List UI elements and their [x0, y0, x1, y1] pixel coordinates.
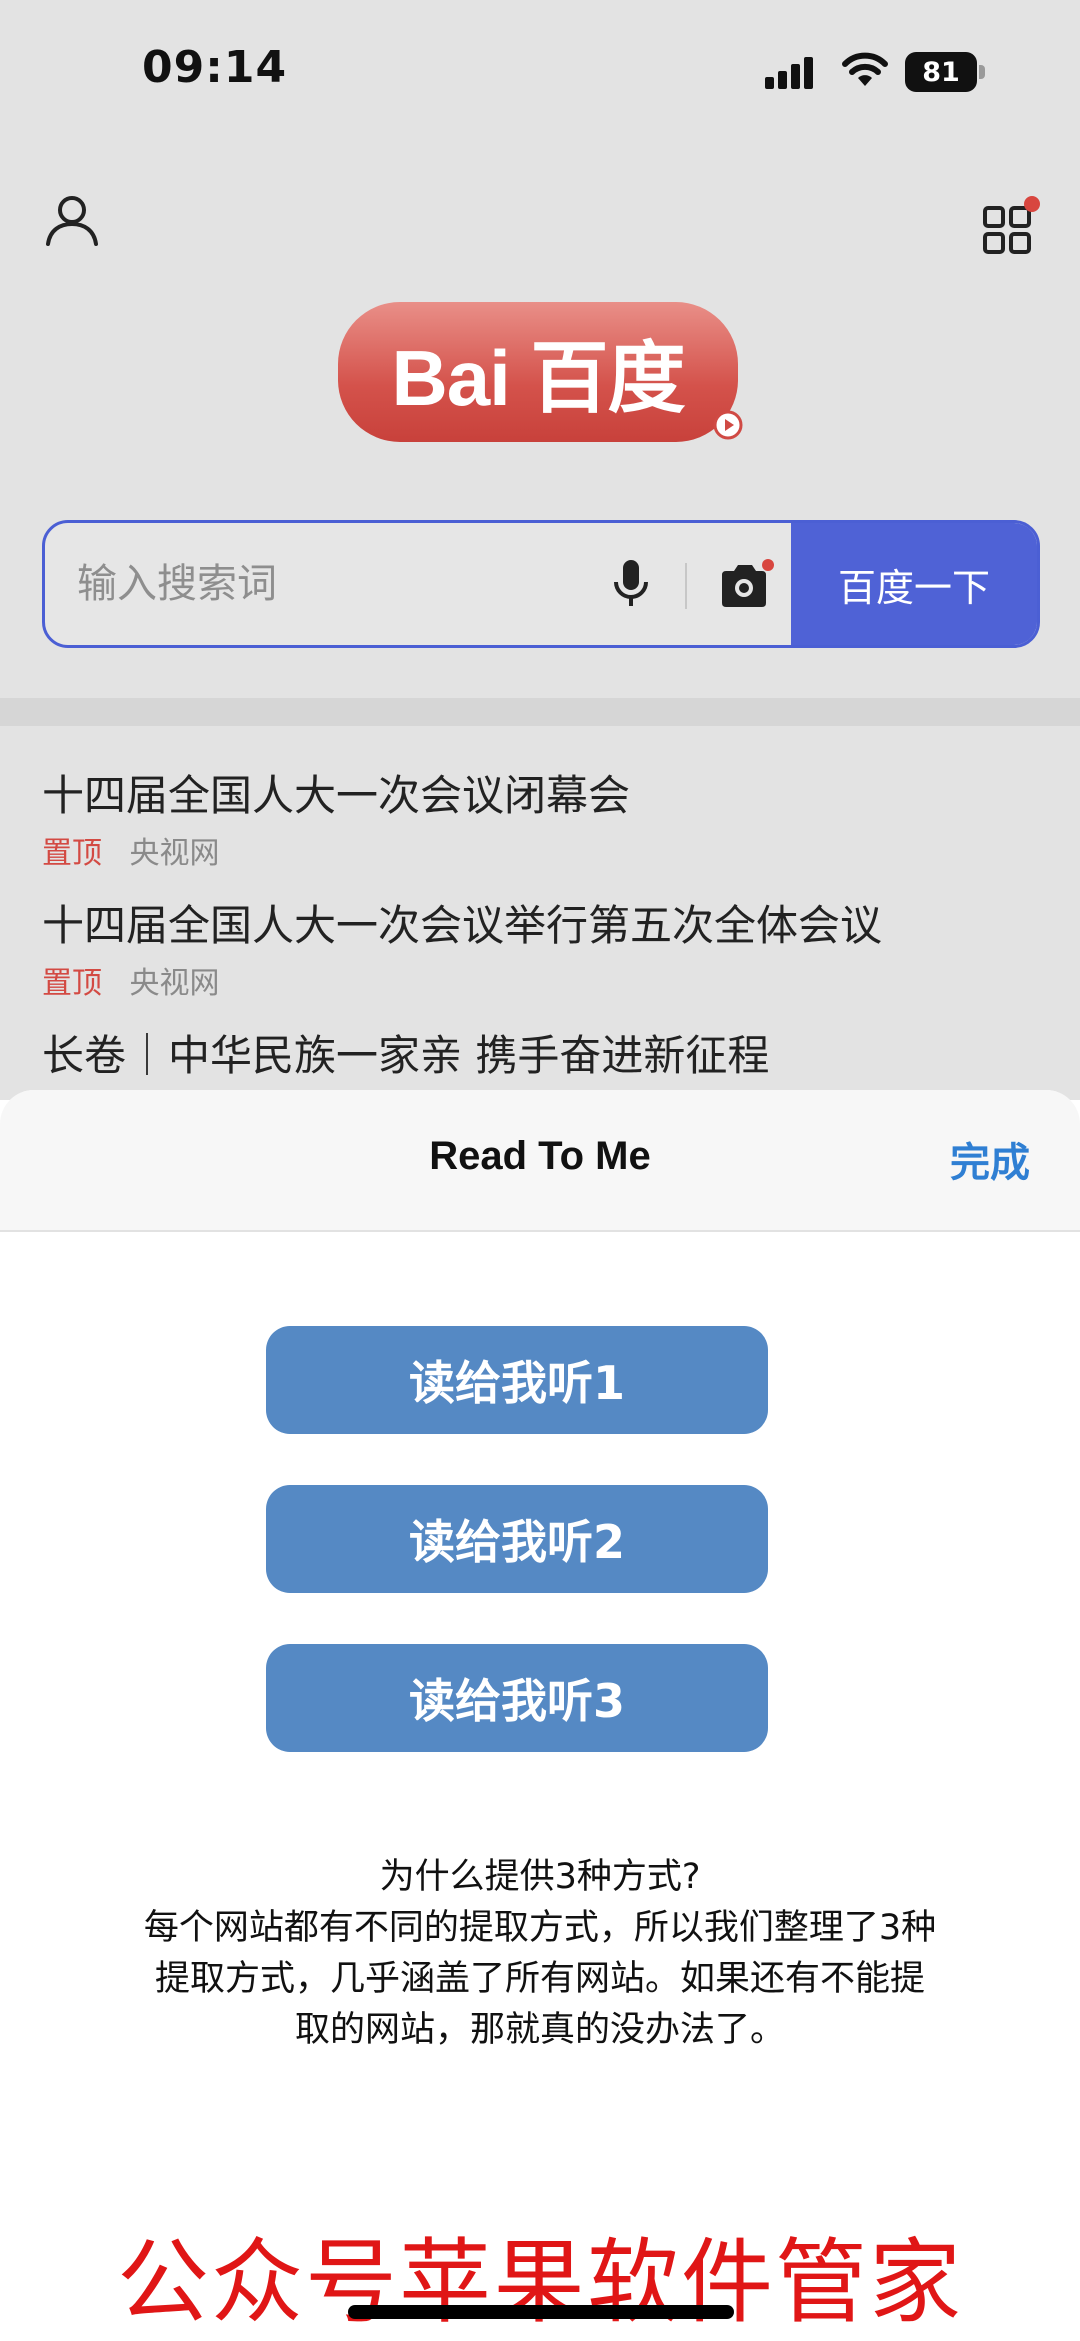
news-source: 央视网 [129, 966, 220, 1001]
baidu-logo-text: Bai 百度 [391, 334, 685, 422]
news-item-title[interactable]: 十四届全国人大一次会议举行第五次全体会议 [42, 892, 882, 953]
news-item-meta: 置顶 央视网 [42, 828, 220, 872]
baidu-logo: Bai 百度 [338, 302, 738, 442]
pinned-tag: 置顶 [42, 966, 102, 1001]
battery-level: 81 [905, 52, 977, 92]
search-input[interactable] [75, 523, 595, 645]
play-icon [713, 410, 743, 440]
read-to-me-button-3[interactable]: 读给我听3 [266, 1644, 768, 1752]
section-divider [0, 698, 1080, 726]
read-to-me-button-1[interactable]: 读给我听1 [266, 1326, 768, 1434]
info-text: 为什么提供3种方式? 每个网站都有不同的提取方式，所以我们整理了3种 提取方式，… [40, 1852, 1040, 2056]
news-item-title[interactable]: 长卷｜中华民族一家亲 携手奋进新征程 [42, 1022, 769, 1083]
info-line: 提取方式，几乎涵盖了所有网站。如果还有不能提 [154, 1959, 925, 1999]
watermark: 公众号苹果软件管家 [116, 2229, 963, 2336]
status-time: 09:14 [142, 42, 288, 93]
apps-grid-icon[interactable] [982, 196, 1042, 256]
news-item-title[interactable]: 十四届全国人大一次会议闭幕会 [42, 762, 630, 823]
wifi-icon [842, 52, 888, 86]
info-line: 取的网站，那就真的没办法了。 [294, 2010, 785, 2050]
search-divider [685, 563, 687, 609]
info-line: 每个网站都有不同的提取方式，所以我们整理了3种 [143, 1908, 937, 1948]
signal-icon [765, 57, 813, 89]
done-button[interactable]: 完成 [950, 1130, 1030, 1188]
home-indicator[interactable] [348, 2305, 734, 2319]
news-item-meta: 置顶 央视网 [42, 958, 220, 1002]
camera-icon[interactable] [718, 559, 774, 611]
pinned-tag: 置顶 [42, 836, 102, 871]
search-bar: 百度一下 [42, 520, 1040, 648]
screen: 09:14 81 Bai 百度 输入搜索词 百度一下 十四届全国人大一次会议闭幕… [0, 0, 1080, 2341]
news-source: 央视网 [129, 836, 220, 871]
search-button[interactable]: 百度一下 [791, 523, 1037, 645]
info-line: 为什么提供3种方式? [379, 1857, 701, 1897]
battery-icon: 81 [905, 52, 985, 92]
user-icon[interactable] [44, 192, 100, 248]
status-bar: 09:14 81 [0, 0, 1080, 140]
sheet-header: Read To Me 完成 [0, 1090, 1080, 1232]
microphone-icon[interactable] [613, 558, 649, 612]
battery-tip [979, 65, 985, 79]
read-to-me-button-2[interactable]: 读给我听2 [266, 1485, 768, 1593]
baidu-home-page: 09:14 81 Bai 百度 输入搜索词 百度一下 十四届全国人大一次会议闭幕… [0, 0, 1080, 1100]
sheet-title: Read To Me [429, 1134, 651, 1178]
